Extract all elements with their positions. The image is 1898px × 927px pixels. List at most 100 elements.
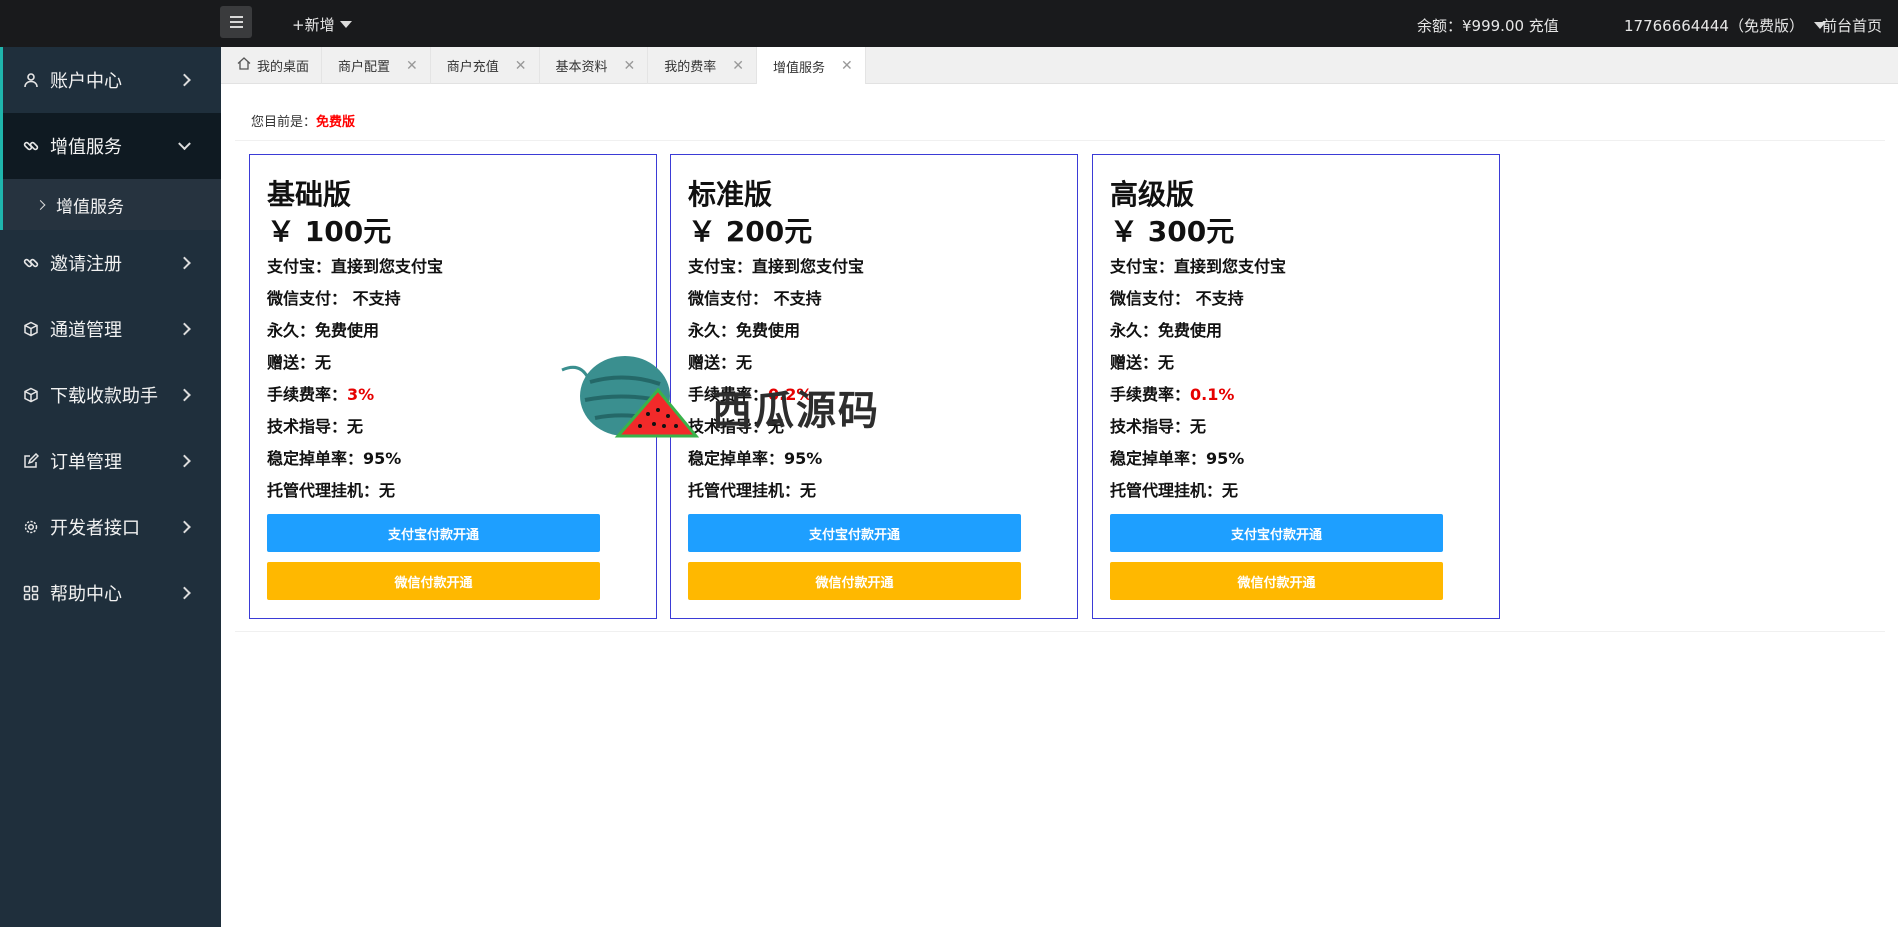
user-account-label: 17766664444（免费版） <box>1624 17 1804 35</box>
fee-value: 3% <box>347 385 375 404</box>
close-icon[interactable]: ✕ <box>841 58 853 74</box>
sidebar-item-invite-register[interactable]: 邀请注册 <box>0 230 221 296</box>
chevron-right-icon <box>35 199 46 210</box>
watermelon-icon <box>561 356 700 438</box>
tab-label: 我的桌面 <box>257 60 310 75</box>
sidebar-item-channel-management[interactable]: 通道管理 <box>0 296 221 362</box>
sidebar-item-label: 账户中心 <box>50 71 122 92</box>
divider <box>235 631 1885 632</box>
balance-recharge-link[interactable]: 余额：¥999.00 充值 <box>1417 15 1559 36</box>
add-new-label: +新增 <box>292 16 335 34</box>
plan-price: ￥ 200元 <box>688 215 813 248</box>
close-icon[interactable]: ✕ <box>515 58 527 74</box>
alipay-activate-button[interactable]: 支付宝付款开通 <box>688 514 1021 552</box>
main-content: 您目前是：免费版 基础版 ￥ 100元 支付宝：直接到您支付宝 微信支付： 不支… <box>221 84 1898 927</box>
feature-duration: 永久：免费使用 <box>267 321 380 340</box>
chevron-right-icon <box>178 454 191 468</box>
edit-icon <box>22 452 40 470</box>
watermark-text: 西瓜源码 <box>712 387 880 434</box>
feature-alipay: 支付宝：直接到您支付宝 <box>267 257 444 276</box>
sidebar-item-label: 下载收款助手 <box>50 386 158 407</box>
close-icon[interactable]: ✕ <box>624 58 636 74</box>
wechat-activate-button[interactable]: 微信付款开通 <box>1110 562 1443 600</box>
tab-value-added[interactable]: 增值服务 ✕ <box>757 47 866 85</box>
tab-label: 我的费率 <box>664 60 717 75</box>
chevron-right-icon <box>178 520 191 534</box>
current-plan-badge: 免费版 <box>316 115 356 130</box>
divider <box>235 140 1885 141</box>
tab-merchant-config[interactable]: 商户配置 ✕ <box>322 47 431 84</box>
wechat-activate-button[interactable]: 微信付款开通 <box>267 562 600 600</box>
watermark-logo: 西瓜源码 <box>560 352 940 452</box>
sidebar: 账户中心 增值服务 增值服务 邀请注册 通道管理 下载收款助手 订单管理 开发者… <box>0 47 221 927</box>
link-icon <box>22 137 40 155</box>
feature-fee: 手续费率：3% <box>267 381 374 405</box>
feature-stability: 稳定掉单率：95% <box>267 449 402 468</box>
chevron-right-icon <box>178 73 191 87</box>
user-icon <box>22 71 40 89</box>
sidebar-item-label: 订单管理 <box>50 452 122 473</box>
sidebar-item-download-assistant[interactable]: 下载收款助手 <box>0 362 221 428</box>
tab-label: 商户充值 <box>446 60 499 75</box>
feature-gift: 赠送：无 <box>1110 353 1175 372</box>
tab-my-desktop[interactable]: 我的桌面 <box>221 47 323 84</box>
sidebar-subitem-value-added[interactable]: 增值服务 <box>0 179 221 230</box>
home-icon <box>237 57 251 74</box>
link-icon <box>22 254 40 272</box>
plan-name: 基础版 <box>267 178 352 211</box>
sidebar-item-help-center[interactable]: 帮助中心 <box>0 560 221 626</box>
plan-price: ￥ 100元 <box>267 215 392 248</box>
current-plan-status: 您目前是：免费版 <box>251 111 355 130</box>
feature-wechat: 微信支付： 不支持 <box>1110 289 1244 308</box>
plan-name: 标准版 <box>688 178 773 211</box>
chevron-right-icon <box>178 322 191 336</box>
tab-merchant-recharge[interactable]: 商户充值 ✕ <box>431 47 540 84</box>
menu-toggle-icon[interactable] <box>220 6 252 38</box>
feature-hosting: 托管代理挂机：无 <box>688 481 817 500</box>
sidebar-item-label: 通道管理 <box>50 320 122 341</box>
sidebar-item-order-management[interactable]: 订单管理 <box>0 428 221 494</box>
feature-stability: 稳定掉单率：95% <box>1110 449 1245 468</box>
tab-bar: 我的桌面 商户配置 ✕ 商户充值 ✕ 基本资料 ✕ 我的费率 ✕ 增值服务 ✕ <box>221 47 1898 85</box>
feature-fee: 手续费率：0.1% <box>1110 381 1234 405</box>
caret-down-icon <box>339 21 352 28</box>
fee-value: 0.1% <box>1190 385 1235 404</box>
cube-icon <box>22 386 40 404</box>
feature-guidance: 技术指导：无 <box>267 417 364 436</box>
front-home-link[interactable]: 前台首页 <box>1822 15 1882 36</box>
feature-hosting: 托管代理挂机：无 <box>267 481 396 500</box>
top-bar: +新增 余额：¥999.00 充值 17766664444（免费版） 前台首页 <box>0 0 1898 47</box>
feature-hosting: 托管代理挂机：无 <box>1110 481 1239 500</box>
plan-price: ￥ 300元 <box>1110 215 1235 248</box>
sidebar-item-label: 邀请注册 <box>50 254 122 275</box>
tab-basic-info[interactable]: 基本资料 ✕ <box>540 47 649 84</box>
feature-guidance: 技术指导：无 <box>1110 417 1207 436</box>
fee-label: 手续费率： <box>1110 385 1191 404</box>
sidebar-item-label: 开发者接口 <box>50 518 140 539</box>
cube-icon <box>22 320 40 338</box>
alipay-activate-button[interactable]: 支付宝付款开通 <box>267 514 600 552</box>
tab-label: 基本资料 <box>555 60 608 75</box>
sidebar-item-label: 帮助中心 <box>50 584 122 605</box>
feature-wechat: 微信支付： 不支持 <box>688 289 822 308</box>
close-icon[interactable]: ✕ <box>406 58 418 74</box>
sidebar-item-account-center[interactable]: 账户中心 <box>0 47 221 113</box>
user-menu[interactable]: 17766664444（免费版） <box>1624 15 1826 36</box>
tab-my-rates[interactable]: 我的费率 ✕ <box>648 47 758 84</box>
fee-label: 手续费率： <box>267 385 348 404</box>
add-new-menu[interactable]: +新增 <box>292 14 352 35</box>
sidebar-item-developer-api[interactable]: 开发者接口 <box>0 494 221 560</box>
feature-duration: 永久：免费使用 <box>688 321 801 340</box>
tab-label: 增值服务 <box>773 60 826 76</box>
alipay-activate-button[interactable]: 支付宝付款开通 <box>1110 514 1443 552</box>
wechat-activate-button[interactable]: 微信付款开通 <box>688 562 1021 600</box>
sidebar-item-value-added[interactable]: 增值服务 <box>0 113 221 179</box>
feature-duration: 永久：免费使用 <box>1110 321 1223 340</box>
chevron-down-icon <box>178 137 191 151</box>
gear-icon <box>22 518 40 536</box>
close-icon[interactable]: ✕ <box>732 58 744 74</box>
plan-card-advanced: 高级版 ￥ 300元 支付宝：直接到您支付宝 微信支付： 不支持 永久：免费使用… <box>1092 154 1500 619</box>
sidebar-item-label: 增值服务 <box>50 137 122 158</box>
grid-icon <box>22 584 40 602</box>
feature-gift: 赠送：无 <box>267 353 332 372</box>
